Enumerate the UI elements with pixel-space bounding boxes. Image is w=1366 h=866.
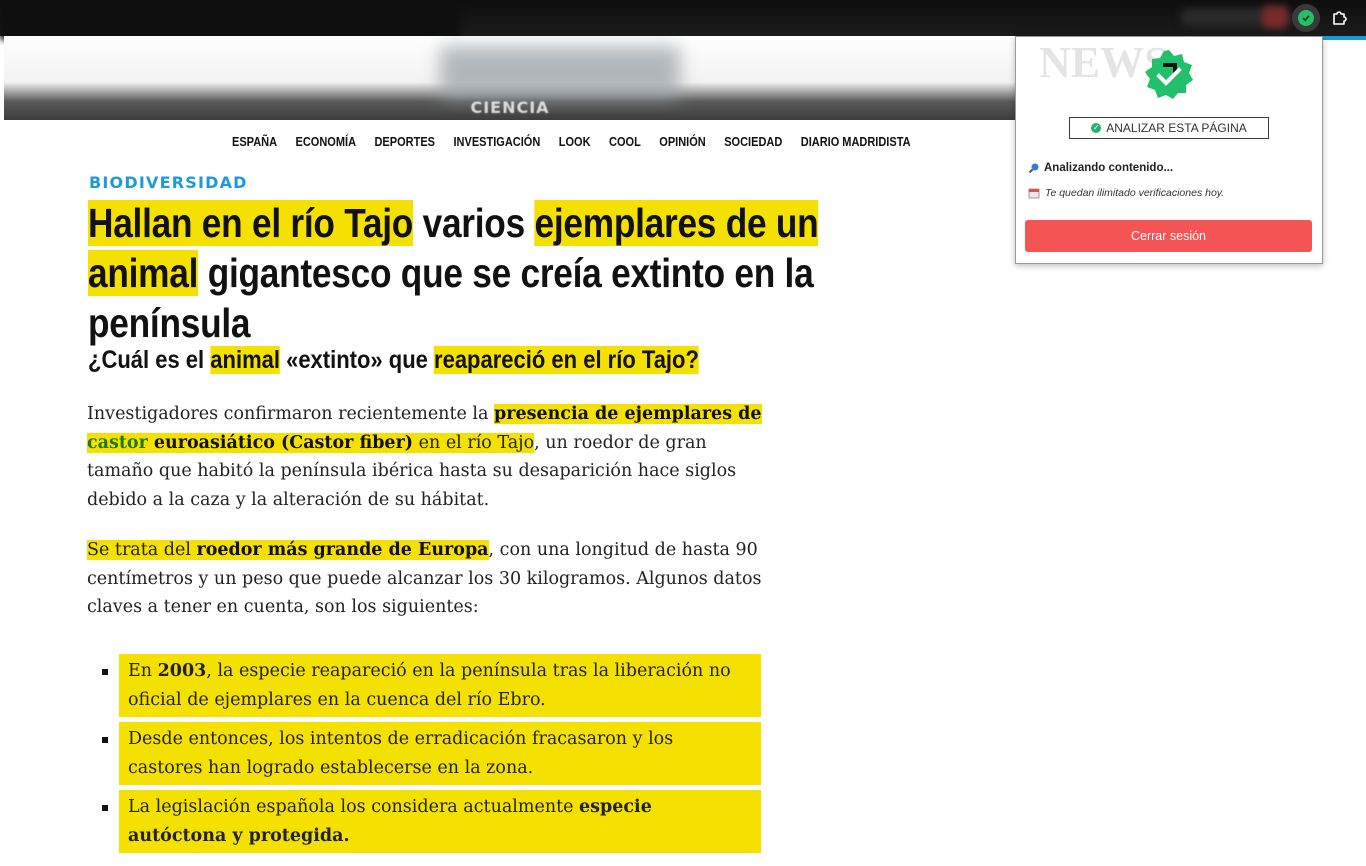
magnifier-icon (1028, 163, 1039, 174)
site-header: CIENCIA (4, 36, 1016, 120)
article-kicker[interactable]: BIODIVERSIDAD (89, 173, 248, 192)
blurred-extension-icon (1262, 6, 1288, 28)
nav-item-economia[interactable]: ECONOMÍA (296, 135, 356, 149)
nav-item-espana[interactable]: ESPAÑA (232, 135, 277, 149)
verifier-extension-button[interactable] (1292, 4, 1320, 32)
headline-text-1: varios (413, 200, 535, 246)
paragraph-2: Se trata del roedor más grande de Europa… (87, 536, 777, 622)
p1-text-2: en el río Tajo (413, 432, 535, 453)
headline-highlight-1: Hallan en el río Tajo (88, 200, 414, 246)
analyze-page-button[interactable]: ✓ ANALIZAR ESTA PÁGINA (1069, 117, 1269, 139)
subhead-highlight-2: reapareció en el río Tajo? (434, 346, 699, 374)
verification-quota-text: Te quedan ilimitado verificaciones hoy. (1045, 187, 1225, 199)
p2-bold-1: roedor más grande de Europa (196, 540, 489, 560)
main-nav: ESPAÑA ECONOMÍA DEPORTES INVESTIGACIÓN L… (232, 133, 929, 151)
nav-item-sociedad[interactable]: SOCIEDAD (724, 135, 782, 149)
list-item-bold: 2003 (157, 661, 207, 681)
extensions-button[interactable] (1326, 4, 1354, 32)
verified-check-icon (1298, 10, 1314, 26)
nav-item-look[interactable]: LOOK (559, 135, 591, 149)
p1-bold-2: euroasiático (Castor fiber) (147, 432, 414, 453)
calendar-icon (1028, 188, 1040, 199)
p1-link-castor[interactable]: castor (87, 433, 148, 453)
p1-bold-1: presencia de ejemplares de (494, 404, 762, 424)
subhead-text-1: ¿Cuál es el (88, 346, 211, 374)
list-item: Desde entonces, los intentos de erradica… (102, 717, 761, 785)
nav-item-deportes[interactable]: DEPORTES (374, 135, 435, 149)
verification-quota: Te quedan ilimitado verificaciones hoy. (1028, 187, 1224, 199)
paragraph-1: Investigadores confirmaron recientemente… (87, 400, 777, 514)
analysis-status: Analizando contenido... (1028, 162, 1173, 174)
section-label[interactable]: CIENCIA (4, 98, 1016, 117)
blurred-tabs (0, 0, 460, 40)
nav-item-cool[interactable]: COOL (609, 135, 641, 149)
list-item-text: Desde entonces, los intentos de erradica… (128, 729, 674, 778)
nav-item-opinion[interactable]: OPINIÓN (659, 135, 705, 149)
subhead-highlight-1: animal (210, 346, 280, 374)
key-facts-list: En 2003, la especie reapareció en la pen… (102, 654, 761, 853)
analysis-status-text: Analizando contenido... (1044, 162, 1174, 174)
page-accent-line (1320, 36, 1366, 40)
verified-badge-logo-icon (1145, 50, 1193, 99)
verifier-extension-popup: NEWS ✓ ANALIZAR ESTA PÁGINA Analizando c… (1015, 36, 1323, 264)
nav-item-diario-madridista[interactable]: DIARIO MADRIDISTA (801, 135, 911, 149)
nav-item-investigacion[interactable]: INVESTIGACIÓN (453, 135, 540, 149)
subhead-text-2: «extinto» que (279, 346, 435, 374)
browser-toolbar (0, 0, 1366, 40)
p1-text-1: Investigadores confirmaron recientemente… (87, 404, 494, 424)
site-logo[interactable] (440, 46, 680, 98)
list-item-text: En (128, 661, 158, 681)
puzzle-icon (1333, 11, 1347, 25)
list-item-text: , la especie reapareció en la península … (128, 661, 731, 710)
analyze-page-label: ANALIZAR ESTA PÁGINA (1106, 121, 1247, 135)
p2-text-1: Se trata del (87, 540, 197, 560)
list-item: La legislación española los considera ac… (102, 785, 761, 853)
article-subheading: ¿Cuál es el animal «extinto» que reapare… (88, 342, 757, 378)
check-circle-icon: ✓ (1091, 123, 1102, 133)
article-headline: Hallan en el río Tajo varios ejemplares … (88, 198, 862, 348)
list-item-text: La legislación española los considera ac… (128, 797, 580, 817)
list-item: En 2003, la especie reapareció en la pen… (102, 654, 761, 717)
logout-button[interactable]: Cerrar sesión (1025, 220, 1312, 252)
